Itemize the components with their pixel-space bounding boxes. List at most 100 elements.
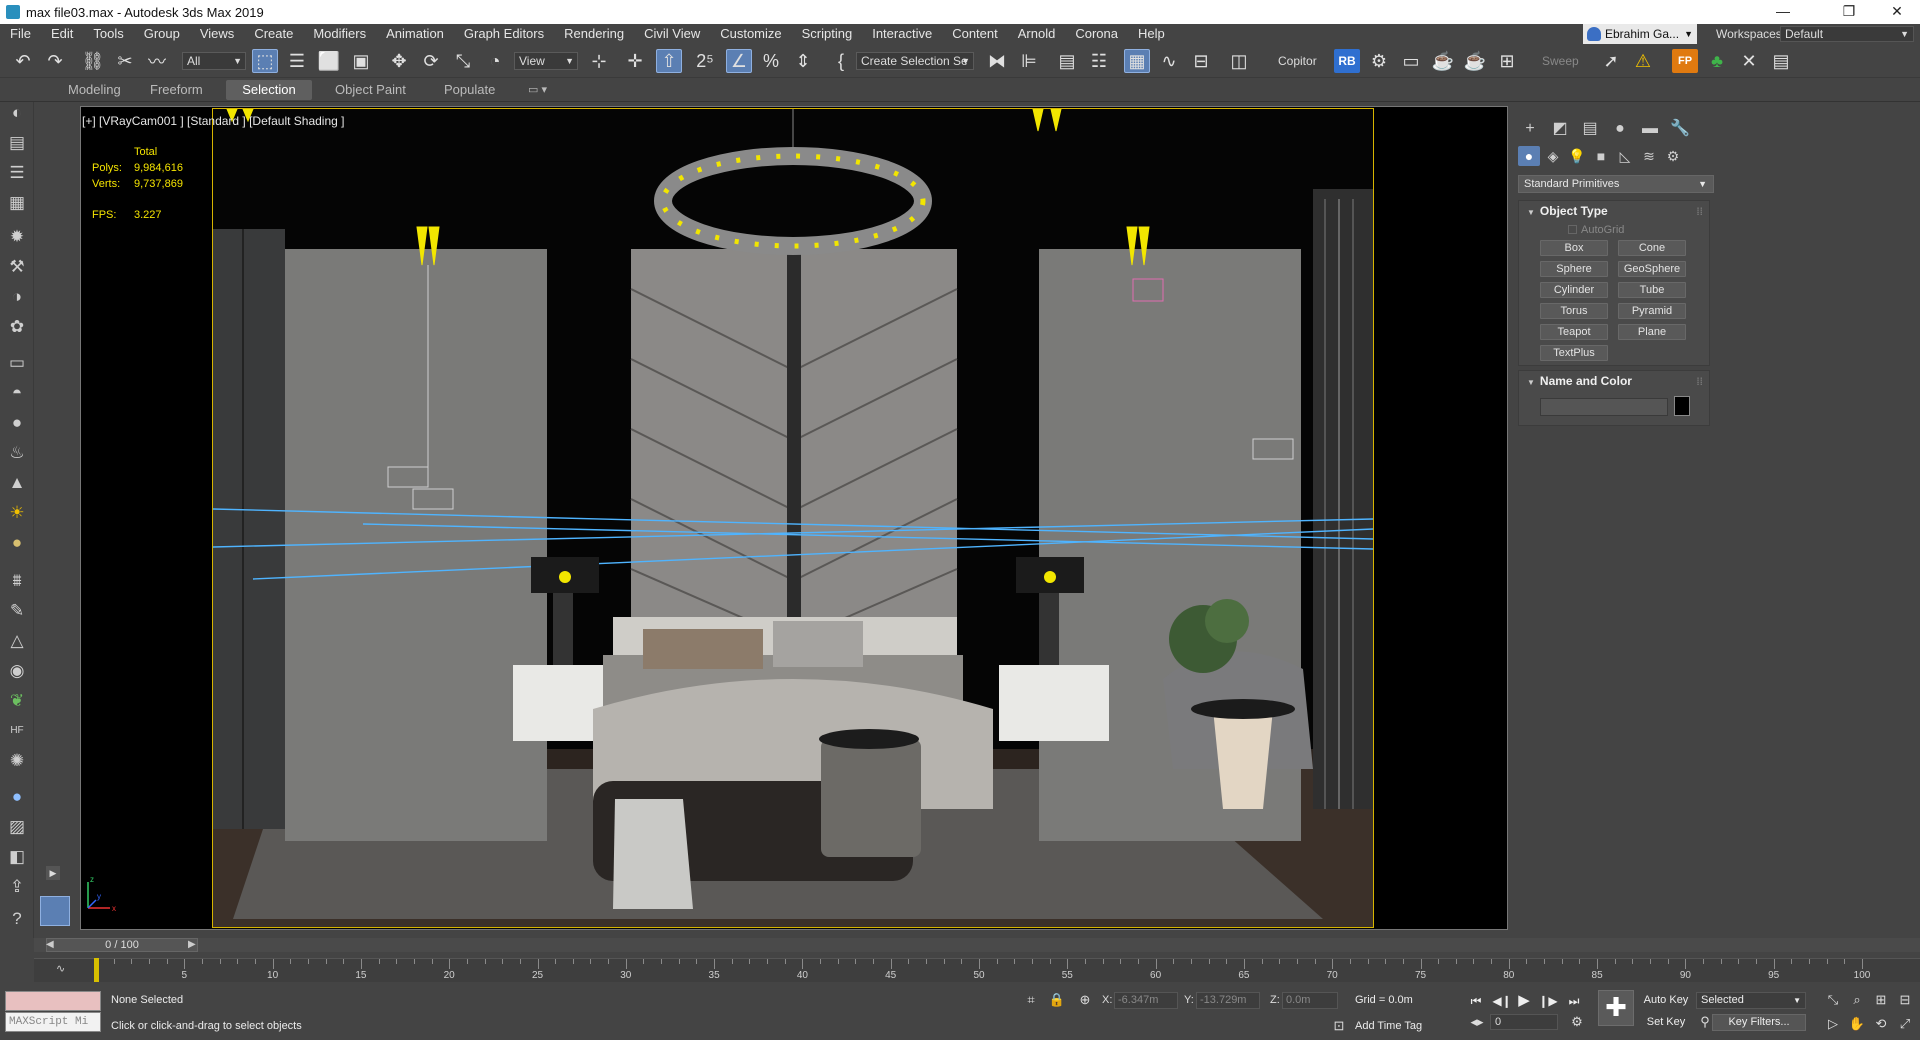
pyramid-button[interactable]: Pyramid xyxy=(1618,303,1686,319)
rectangular-selection-icon[interactable]: ⬜ xyxy=(316,49,342,73)
lock-selection-icon[interactable]: 🔒 xyxy=(1048,991,1066,1009)
proxy-icon[interactable]: ✎ xyxy=(6,600,28,622)
cylinder-button[interactable]: Cylinder xyxy=(1540,282,1608,298)
menu-scripting[interactable]: Scripting xyxy=(792,24,863,44)
help-icon[interactable]: ? xyxy=(6,908,28,930)
curve-editor-icon[interactable]: ∿ xyxy=(1156,49,1182,73)
ambient-icon[interactable]: ● xyxy=(6,532,28,554)
hf-icon[interactable]: HF xyxy=(6,720,28,742)
viewport-label[interactable]: [+] [VRayCam001 ] [Standard ] [Default S… xyxy=(82,114,344,128)
go-to-end-icon[interactable]: ⏭ xyxy=(1564,992,1584,1010)
vray-plane-icon[interactable]: △ xyxy=(6,630,28,652)
menu-tools[interactable]: Tools xyxy=(83,24,133,44)
object-color-swatch[interactable] xyxy=(1674,396,1690,416)
scale-icon[interactable]: ⤡ xyxy=(450,49,476,73)
utilities-tab-icon[interactable]: 🔧 xyxy=(1668,118,1692,140)
orbit-icon[interactable]: ⟲ xyxy=(1872,1015,1890,1033)
pan-icon[interactable]: ✋ xyxy=(1848,1015,1866,1033)
fp-button[interactable]: FP xyxy=(1672,49,1698,73)
toggle-ribbon-icon[interactable]: ▦ xyxy=(1124,49,1150,73)
menu-help[interactable]: Help xyxy=(1128,24,1175,44)
select-by-name-icon[interactable]: ☰ xyxy=(284,49,310,73)
zoom-extents-all-icon[interactable]: ⊟ xyxy=(1896,991,1914,1009)
light-icon[interactable]: ✹ xyxy=(6,226,28,248)
forest-icon[interactable]: ♣ xyxy=(1704,49,1730,73)
primitive-category-dropdown[interactable]: Standard Primitives ▼ xyxy=(1518,175,1714,193)
snaps-toggle-icon[interactable]: 2⁵ xyxy=(692,49,718,73)
sun-icon[interactable]: ☀ xyxy=(6,502,28,524)
time-config-icon[interactable]: ⚙ xyxy=(1568,1013,1586,1031)
create-tab-icon[interactable]: + xyxy=(1518,118,1542,140)
viewport-layout-icon[interactable]: ◐ xyxy=(6,102,28,124)
menu-corona[interactable]: Corona xyxy=(1065,24,1128,44)
time-tag-icon[interactable]: ⊡ xyxy=(1330,1017,1348,1035)
align-icon[interactable]: ⊫ xyxy=(1016,49,1042,73)
lights-icon[interactable]: 💡 xyxy=(1566,146,1588,166)
absolute-mode-icon[interactable]: ⊕ xyxy=(1076,991,1094,1009)
time-slider-handle[interactable]: 0 / 100 xyxy=(46,938,198,952)
menu-interactive[interactable]: Interactive xyxy=(862,24,942,44)
scatter-icon[interactable]: ❦ xyxy=(6,690,28,712)
tube-button[interactable]: Tube xyxy=(1618,282,1686,298)
curve-editor-mini-icon[interactable]: ∿ xyxy=(56,962,65,975)
plane-button[interactable]: Plane xyxy=(1618,324,1686,340)
teapot-button[interactable]: Teapot xyxy=(1540,324,1608,340)
menu-views[interactable]: Views xyxy=(190,24,244,44)
keyboard-shortcut-override-icon[interactable]: ⇧ xyxy=(656,49,682,73)
object-type-header[interactable]: ▼ Object Type ⁞⁞ xyxy=(1519,201,1709,221)
rb-button[interactable]: RB xyxy=(1334,49,1360,73)
time-prev-icon[interactable]: ◀ xyxy=(46,939,54,950)
auto-key-button[interactable]: Auto Key xyxy=(1642,992,1690,1009)
select-object-icon[interactable]: ⬚ xyxy=(252,49,278,73)
tab-selection[interactable]: Selection xyxy=(226,80,312,100)
material-sphere-icon[interactable]: ● xyxy=(6,786,28,808)
expand-toolbar-icon[interactable]: ▶ xyxy=(46,866,60,880)
tab-freeform[interactable]: Freeform xyxy=(138,80,215,100)
shapes-icon[interactable]: ◈ xyxy=(1542,146,1564,166)
angle-snap-icon[interactable]: ∠ xyxy=(726,49,752,73)
window-crossing-icon[interactable]: ▣ xyxy=(348,49,374,73)
menu-civil-view[interactable]: Civil View xyxy=(634,24,710,44)
sphere-button[interactable]: Sphere xyxy=(1540,261,1608,277)
box-button[interactable]: Box xyxy=(1540,240,1608,256)
export-icon[interactable]: ⇪ xyxy=(6,876,28,898)
time-slider[interactable] xyxy=(34,938,1920,952)
fur-icon[interactable]: ⩩ xyxy=(6,570,28,592)
edit-named-selection-icon[interactable]: { xyxy=(828,49,854,73)
cone-button[interactable]: Cone xyxy=(1618,240,1686,256)
key-mode-icon[interactable]: ◂▸ xyxy=(1468,1013,1486,1031)
scene-list-icon[interactable]: ☰ xyxy=(6,162,28,184)
render-icon[interactable]: ✿ xyxy=(6,316,28,338)
plane-icon[interactable]: ▭ xyxy=(6,352,28,374)
select-manipulate-icon[interactable]: ✛ xyxy=(622,49,648,73)
render-element-icon[interactable]: ◧ xyxy=(6,846,28,868)
current-frame-field[interactable]: 0 xyxy=(1490,1014,1558,1030)
ies-icon[interactable]: ♨ xyxy=(6,442,28,464)
pivot-center-icon[interactable]: ⊹ xyxy=(586,49,612,73)
render-iterative-icon[interactable]: ☕ xyxy=(1462,49,1488,73)
camera-icon[interactable]: ◑ xyxy=(6,286,28,308)
spot-icon[interactable]: ▲ xyxy=(6,472,28,494)
maximize-viewport-icon[interactable]: ⤢ xyxy=(1896,1015,1914,1033)
minimize-button[interactable]: — xyxy=(1760,0,1806,24)
render-production-icon[interactable]: ☕ xyxy=(1430,49,1456,73)
set-key-button[interactable]: Set Key xyxy=(1642,1014,1690,1031)
torus-button[interactable]: Torus xyxy=(1540,303,1608,319)
spreadsheet-icon[interactable]: ▤ xyxy=(1768,49,1794,73)
key-mode-dropdown[interactable]: Selected ▼ xyxy=(1696,992,1806,1009)
menu-group[interactable]: Group xyxy=(134,24,190,44)
menu-graph-editors[interactable]: Graph Editors xyxy=(454,24,554,44)
textplus-button[interactable]: TextPlus xyxy=(1540,345,1608,361)
isolate-icon[interactable]: ⌗ xyxy=(1022,991,1040,1009)
add-time-tag-button[interactable]: Add Time Tag xyxy=(1355,1020,1422,1032)
z-coordinate-field[interactable]: 0.0m xyxy=(1282,992,1338,1009)
scene-explorer-icon[interactable]: ▤ xyxy=(1054,49,1080,73)
shell-icon[interactable]: ✺ xyxy=(6,750,28,772)
y-coordinate-field[interactable]: -13.729m xyxy=(1196,992,1260,1009)
user-account-dropdown[interactable]: Ebrahim Ga... ▼ xyxy=(1583,24,1697,44)
sweep-label[interactable]: Sweep xyxy=(1542,54,1579,68)
cursor-icon[interactable]: ➚ xyxy=(1598,49,1624,73)
tab-object-paint[interactable]: Object Paint xyxy=(323,80,418,100)
systems-icon[interactable]: ⚙ xyxy=(1662,146,1684,166)
dome-icon[interactable]: ◓ xyxy=(6,382,28,404)
